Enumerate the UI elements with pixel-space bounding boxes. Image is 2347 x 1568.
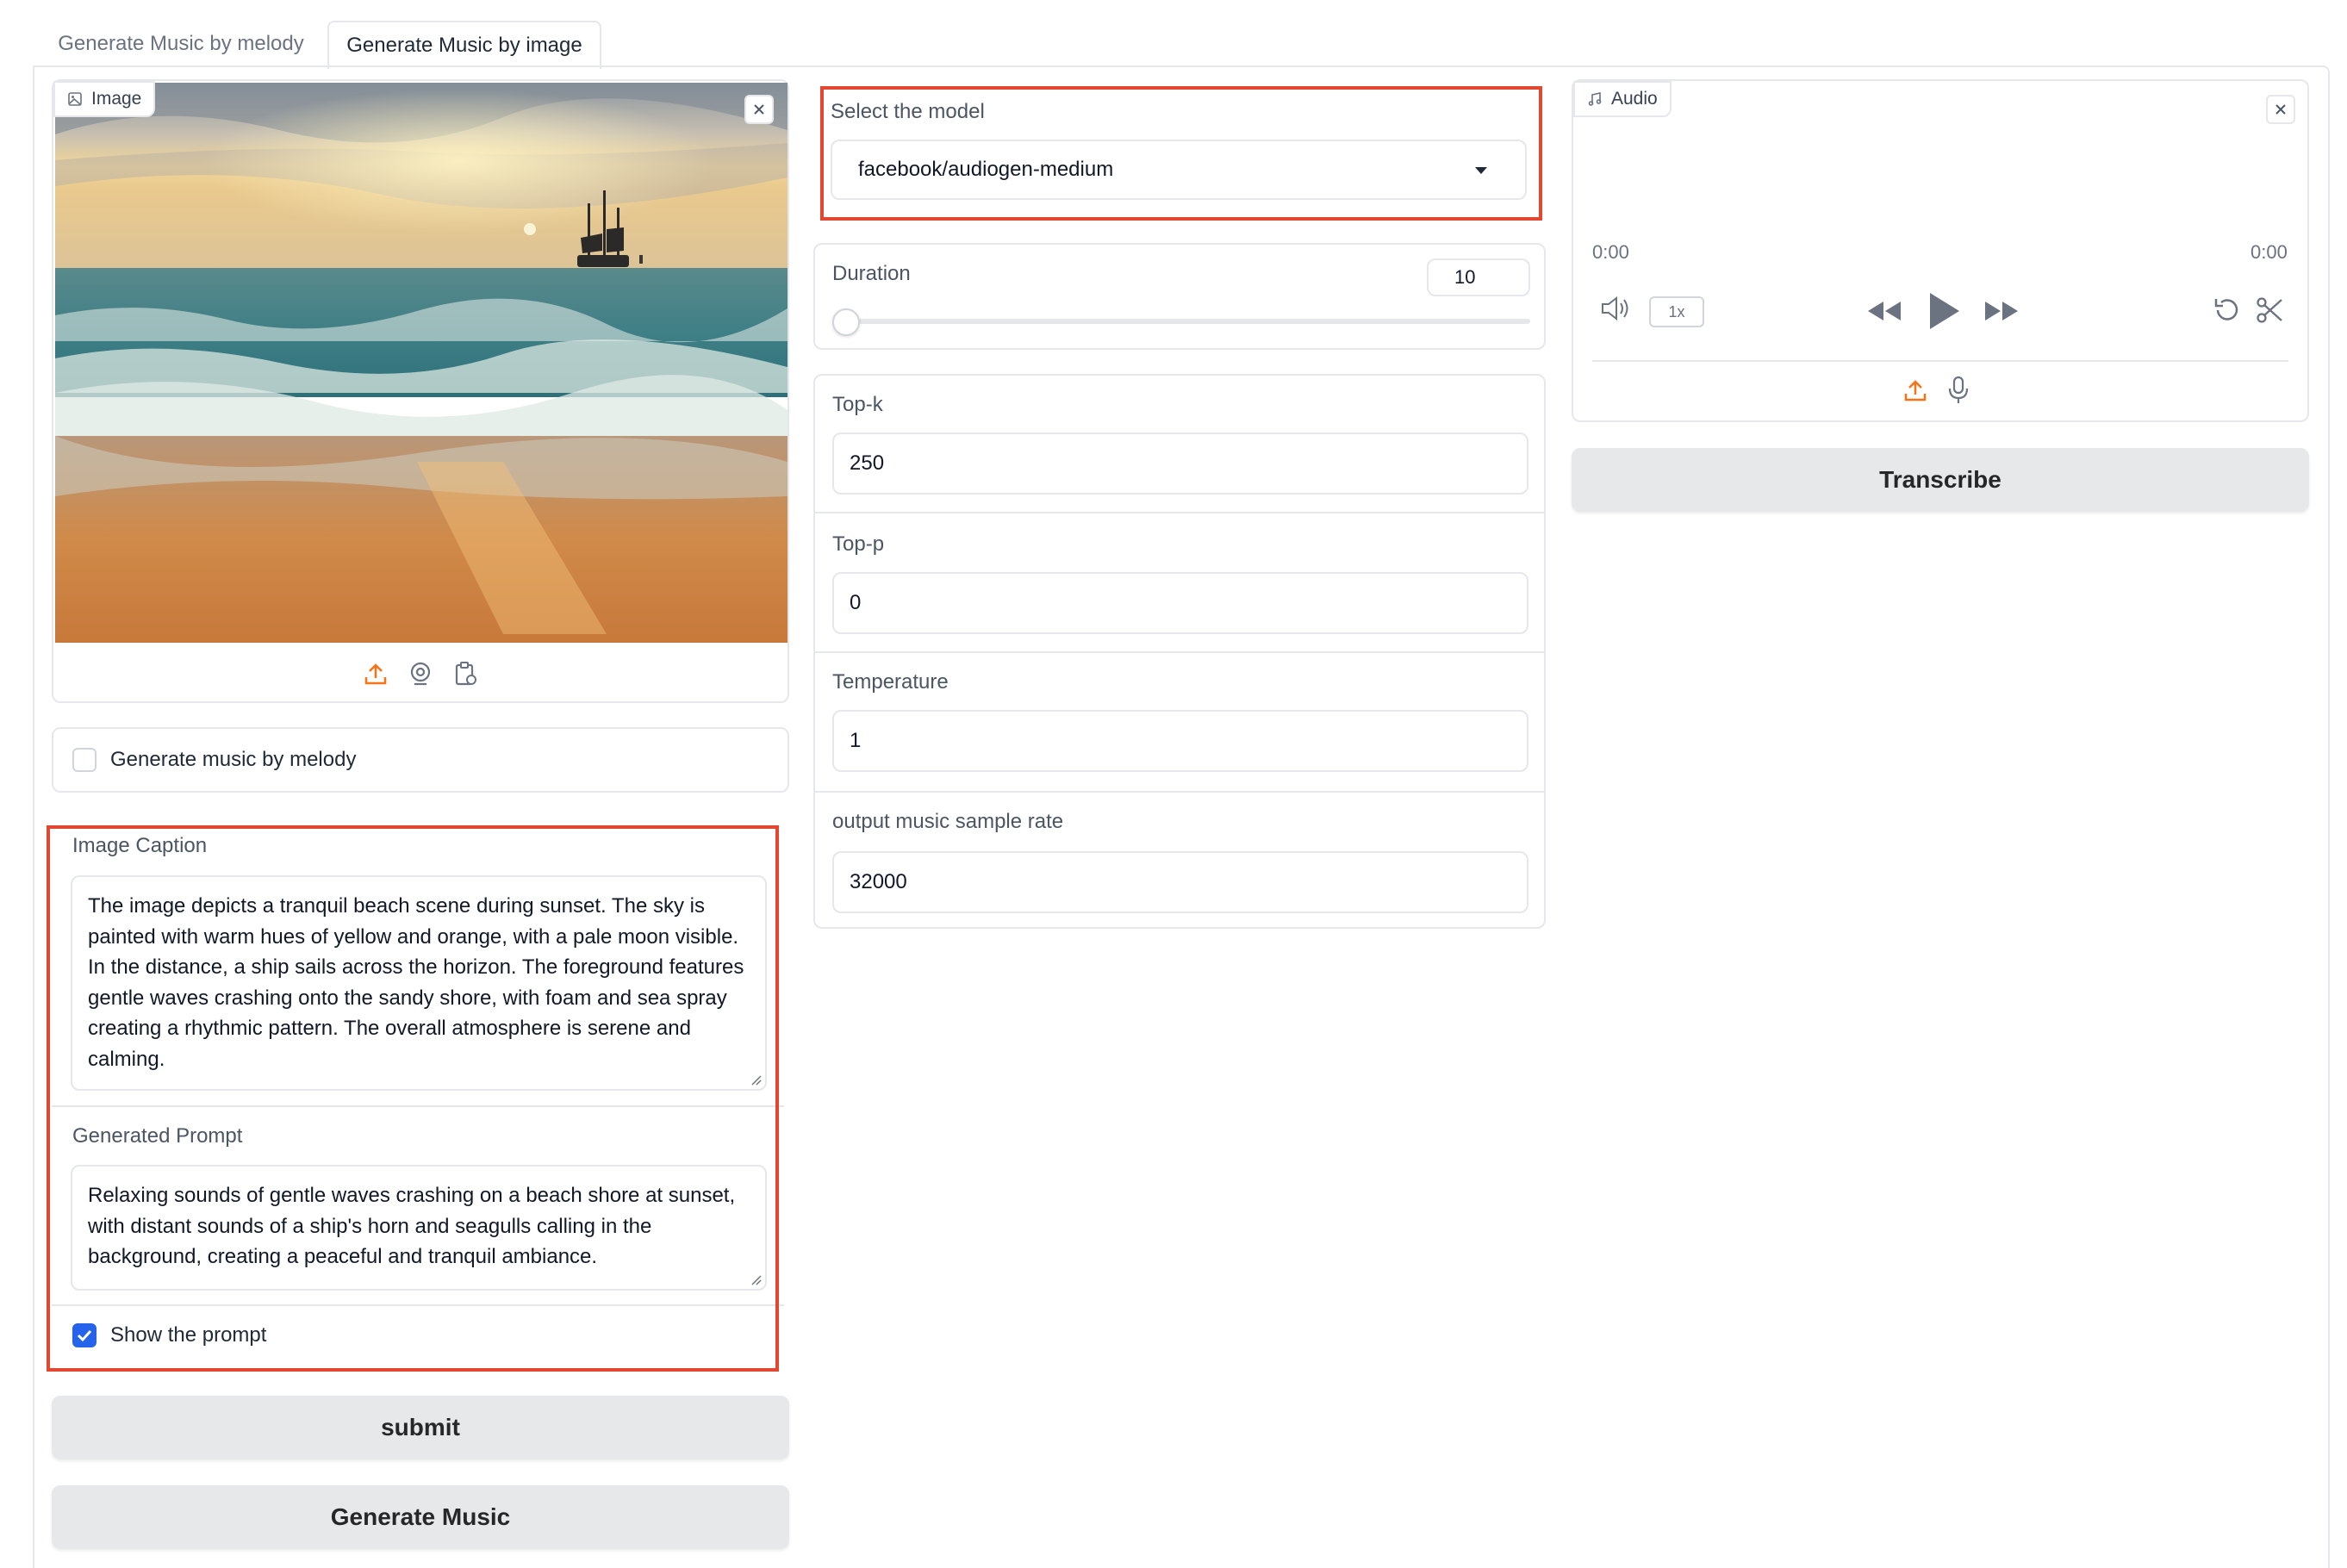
topk-input[interactable]: 250 bbox=[832, 432, 1528, 495]
topp-input[interactable]: 0 bbox=[832, 572, 1528, 634]
audio-time-end: 0:00 bbox=[2251, 241, 2288, 263]
divider bbox=[1592, 360, 2288, 362]
image-source-toolbar bbox=[53, 646, 788, 701]
upload-icon[interactable] bbox=[363, 661, 389, 687]
divider bbox=[815, 651, 1544, 653]
sampling-panel: Top-k 250 Top-p 0 Temperature 1 output m… bbox=[813, 374, 1546, 929]
tab-generate-by-image[interactable]: Generate Music by image bbox=[327, 21, 601, 69]
temperature-input[interactable]: 1 bbox=[832, 710, 1528, 772]
melody-checkbox-panel: Generate music by melody bbox=[52, 727, 789, 793]
duration-slider-thumb[interactable] bbox=[832, 308, 860, 336]
melody-checkbox-label[interactable]: Generate music by melody bbox=[110, 748, 356, 772]
close-icon bbox=[2275, 104, 2286, 115]
transcribe-button[interactable]: Transcribe bbox=[1572, 448, 2309, 512]
close-icon bbox=[754, 104, 764, 115]
playback-speed-button[interactable]: 1x bbox=[1649, 296, 1704, 327]
divider bbox=[815, 512, 1544, 513]
tab-generate-by-melody[interactable]: Generate Music by melody bbox=[34, 21, 327, 67]
uploaded-image bbox=[55, 83, 788, 643]
image-label-chip: Image bbox=[53, 81, 156, 117]
clear-image-button[interactable] bbox=[744, 95, 774, 124]
duration-panel: Duration 10 bbox=[813, 243, 1546, 350]
audio-label-chip: Audio bbox=[1573, 81, 1672, 117]
upload-icon[interactable] bbox=[1902, 377, 1928, 403]
duration-label: Duration bbox=[832, 262, 911, 285]
melody-checkbox[interactable] bbox=[72, 748, 96, 772]
image-label: Image bbox=[91, 89, 142, 109]
webcam-icon[interactable] bbox=[408, 661, 433, 687]
temperature-label: Temperature bbox=[832, 670, 949, 694]
highlight-box-caption bbox=[47, 825, 779, 1372]
clipboard-icon[interactable] bbox=[452, 661, 478, 687]
sample-rate-label: output music sample rate bbox=[832, 810, 1064, 833]
microphone-icon[interactable] bbox=[1945, 376, 1971, 405]
rewind-icon[interactable] bbox=[1865, 298, 1902, 324]
audio-time-start: 0:00 bbox=[1592, 241, 1629, 263]
sample-rate-input[interactable]: 32000 bbox=[832, 851, 1528, 913]
submit-button[interactable]: submit bbox=[52, 1396, 789, 1459]
topk-label: Top-k bbox=[832, 393, 883, 416]
audio-label: Audio bbox=[1611, 89, 1658, 109]
volume-icon[interactable] bbox=[1599, 295, 1634, 322]
undo-icon[interactable] bbox=[2211, 295, 2242, 326]
fast-forward-icon[interactable] bbox=[1983, 298, 2021, 324]
play-icon[interactable] bbox=[1925, 289, 1963, 333]
image-icon bbox=[68, 92, 82, 106]
clear-audio-button[interactable] bbox=[2266, 95, 2295, 124]
topp-label: Top-p bbox=[832, 532, 885, 556]
scissors-icon[interactable] bbox=[2254, 295, 2285, 326]
divider bbox=[815, 791, 1544, 793]
generate-music-button[interactable]: Generate Music bbox=[52, 1485, 789, 1549]
duration-input[interactable]: 10 bbox=[1427, 258, 1530, 296]
audio-panel: Audio 0:00 0:00 1x bbox=[1572, 79, 2309, 422]
highlight-box-model bbox=[820, 86, 1542, 221]
image-panel: Image bbox=[52, 79, 789, 703]
duration-slider-track[interactable] bbox=[832, 319, 1530, 324]
music-note-icon bbox=[1588, 92, 1602, 106]
